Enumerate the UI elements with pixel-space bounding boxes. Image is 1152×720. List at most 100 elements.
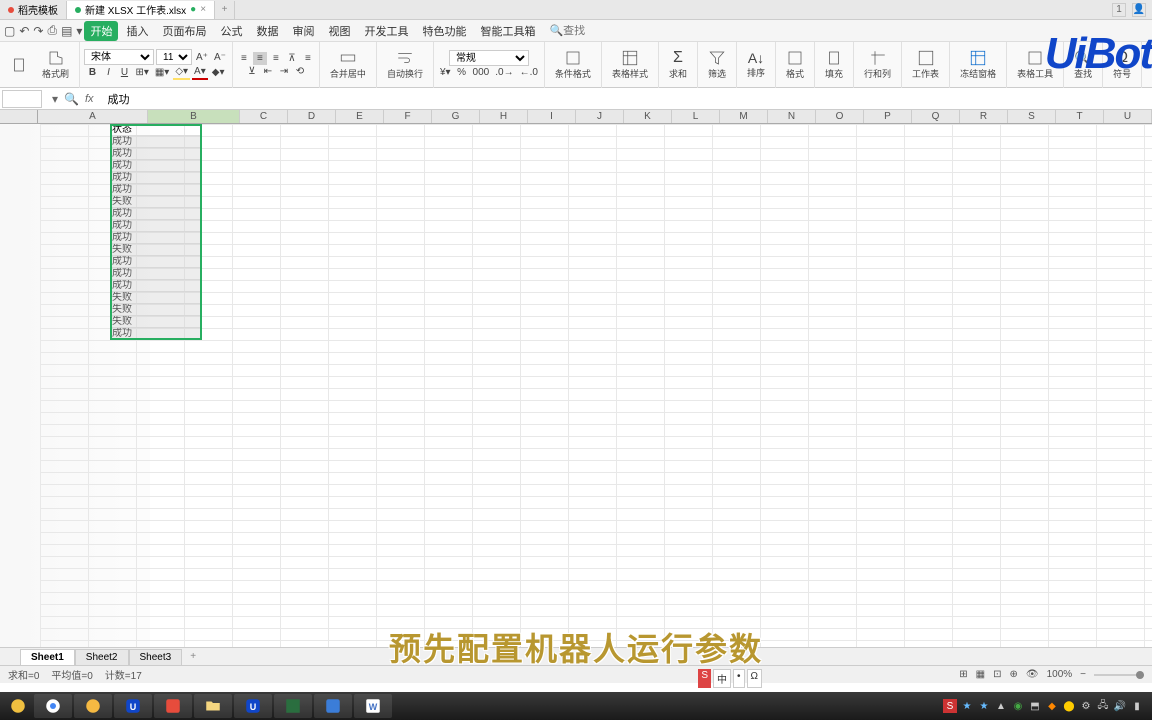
clear-format-button[interactable]: ◆▾ <box>210 66 227 79</box>
close-icon[interactable]: × <box>200 4 206 15</box>
taskbar-wps[interactable]: W <box>354 694 392 718</box>
freeze-panes-button[interactable]: 冻结窗格 <box>954 47 1002 82</box>
align-center-icon[interactable]: ≡ <box>253 52 267 65</box>
search-input[interactable] <box>563 25 603 37</box>
select-all-corner[interactable] <box>0 110 38 123</box>
sort-button[interactable]: A↓排序 <box>741 48 771 81</box>
tray-network-icon[interactable]: 🖧 <box>1096 699 1110 713</box>
bold-button[interactable]: B <box>85 66 99 79</box>
taskbar-uibot-2[interactable]: U <box>234 694 272 718</box>
valign-icon[interactable]: ⊻ <box>245 65 259 78</box>
paste-button[interactable] <box>4 54 34 76</box>
percent-icon[interactable]: % <box>455 66 469 79</box>
font-color-button[interactable]: A▾ <box>192 65 208 80</box>
increase-decimal-icon[interactable]: .0→ <box>493 66 515 79</box>
col-header-R[interactable]: R <box>960 110 1008 123</box>
sheet-tab-3[interactable]: Sheet3 <box>129 649 183 665</box>
col-header-B[interactable]: B <box>148 110 240 123</box>
tray-icon[interactable]: ⬒ <box>1028 699 1042 713</box>
currency-icon[interactable]: ¥▾ <box>438 66 453 79</box>
spreadsheet-grid[interactable]: ABCDEFGHIJKLMNOPQRSTU 状态成功成功成功成功成功失败成功成功… <box>0 110 1152 647</box>
comma-icon[interactable]: 000 <box>471 66 492 79</box>
col-header-Q[interactable]: Q <box>912 110 960 123</box>
cell-B5[interactable]: 成功 <box>110 172 202 184</box>
notification-badge[interactable]: 1 <box>1112 3 1126 17</box>
view-page-icon[interactable]: ▦ <box>976 669 985 680</box>
preview-icon[interactable]: ▤ <box>61 24 72 38</box>
align-middle-icon[interactable]: ≡ <box>301 52 315 65</box>
cell-B8[interactable]: 成功 <box>110 208 202 220</box>
cell-B7[interactable]: 失败 <box>110 196 202 208</box>
menu-view[interactable]: 视图 <box>322 21 356 41</box>
decrease-font-icon[interactable]: A⁻ <box>212 51 228 64</box>
font-family-select[interactable]: 宋体 <box>84 49 154 65</box>
fill-button[interactable]: 填充 <box>819 47 849 82</box>
view-eye-icon[interactable]: 👁 <box>1026 669 1039 680</box>
col-header-T[interactable]: T <box>1056 110 1104 123</box>
format-painter-button[interactable]: 格式刷 <box>36 47 75 82</box>
tray-icon[interactable]: ★ <box>977 699 991 713</box>
view-normal-icon[interactable]: ⊞ <box>959 669 967 680</box>
tray-icon[interactable]: ◆ <box>1045 699 1059 713</box>
taskbar-app-2[interactable] <box>74 694 112 718</box>
increase-font-icon[interactable]: A⁺ <box>194 51 210 64</box>
col-header-J[interactable]: J <box>576 110 624 123</box>
cell-B10[interactable]: 成功 <box>110 232 202 244</box>
tray-clock-icon[interactable]: ▮ <box>1130 699 1144 713</box>
col-header-D[interactable]: D <box>288 110 336 123</box>
cell-B17[interactable]: 失败 <box>110 316 202 328</box>
cell-B2[interactable]: 成功 <box>110 136 202 148</box>
align-right-icon[interactable]: ≡ <box>269 52 283 65</box>
add-sheet-button[interactable]: + <box>182 649 204 664</box>
zoom-slider[interactable] <box>1094 674 1144 676</box>
tray-icon[interactable]: S <box>943 699 957 713</box>
fill-color-button[interactable]: ◇▾ <box>173 65 190 80</box>
col-header-P[interactable]: P <box>864 110 912 123</box>
orientation-icon[interactable]: ⟲ <box>293 65 307 78</box>
col-header-I[interactable]: I <box>528 110 576 123</box>
tray-icon[interactable]: ◉ <box>1011 699 1025 713</box>
menu-page-layout[interactable]: 页面布局 <box>156 21 212 41</box>
filter-button[interactable]: 筛选 <box>702 47 732 82</box>
indent-increase-icon[interactable]: ⇥ <box>277 65 291 78</box>
align-left-icon[interactable]: ≡ <box>237 52 251 65</box>
zoom-icon[interactable]: 🔍 <box>64 92 79 106</box>
tray-volume-icon[interactable]: 🔊 <box>1113 699 1127 713</box>
tray-icon[interactable]: ▲ <box>994 699 1008 713</box>
tab-current-file[interactable]: 新建 XLSX 工作表.xlsx ● × <box>67 1 215 19</box>
col-header-K[interactable]: K <box>624 110 672 123</box>
cell-B6[interactable]: 成功 <box>110 184 202 196</box>
view-break-icon[interactable]: ⊡ <box>993 669 1001 680</box>
menu-search[interactable]: 🔍 <box>549 24 603 37</box>
taskbar-app-8[interactable] <box>314 694 352 718</box>
qat-more-icon[interactable]: ▾ <box>76 24 82 38</box>
print-icon[interactable]: ⎙ <box>47 23 57 38</box>
menu-formula[interactable]: 公式 <box>214 21 248 41</box>
italic-button[interactable]: I <box>101 66 115 79</box>
number-format-select[interactable]: 常规 <box>449 50 529 66</box>
decrease-decimal-icon[interactable]: ←.0 <box>518 66 540 79</box>
merge-center-button[interactable]: 合并居中 <box>324 47 372 82</box>
undo-icon[interactable]: ↶ <box>19 24 29 38</box>
col-header-A[interactable]: A <box>38 110 148 123</box>
cell-B1[interactable]: 状态 <box>110 124 202 136</box>
menu-special[interactable]: 特色功能 <box>416 21 472 41</box>
underline-button[interactable]: U <box>117 66 131 79</box>
fx-icon[interactable]: fx <box>85 93 94 105</box>
menu-insert[interactable]: 插入 <box>120 21 154 41</box>
col-header-E[interactable]: E <box>336 110 384 123</box>
sheet-tab-2[interactable]: Sheet2 <box>75 649 129 665</box>
col-header-C[interactable]: C <box>240 110 288 123</box>
cell-style-button[interactable]: ▦▾ <box>153 66 171 79</box>
cell-B13[interactable]: 成功 <box>110 268 202 280</box>
border-button[interactable]: ⊞▾ <box>133 66 150 79</box>
col-header-N[interactable]: N <box>768 110 816 123</box>
col-header-O[interactable]: O <box>816 110 864 123</box>
save-icon[interactable]: ▢ <box>4 24 15 38</box>
cell-B9[interactable]: 成功 <box>110 220 202 232</box>
font-size-select[interactable]: 11 <box>156 49 192 65</box>
taskbar-app-4[interactable] <box>154 694 192 718</box>
menu-dev-tools[interactable]: 开发工具 <box>358 21 414 41</box>
row-col-button[interactable]: 行和列 <box>858 47 897 82</box>
redo-icon[interactable]: ↷ <box>33 24 43 38</box>
